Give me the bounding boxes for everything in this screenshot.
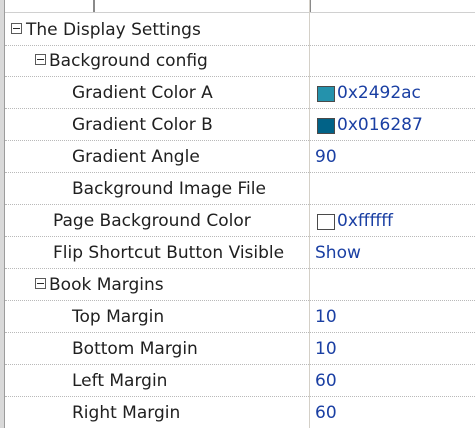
property-label: Left Margin bbox=[72, 371, 168, 391]
color-swatch-icon bbox=[317, 86, 335, 102]
collapse-minus-icon[interactable] bbox=[11, 23, 22, 34]
property-row-right-margin[interactable]: Right Margin 60 bbox=[5, 398, 475, 428]
grid-header-strip bbox=[0, 0, 475, 13]
property-label: Gradient Angle bbox=[72, 147, 200, 167]
property-row-page-background-color[interactable]: Page Background Color 0xffffff bbox=[5, 206, 475, 237]
group-background-config[interactable]: Background config bbox=[5, 46, 475, 77]
property-label: Background config bbox=[49, 51, 208, 71]
property-row-bottom-margin[interactable]: Bottom Margin 10 bbox=[5, 334, 475, 365]
property-row-left-margin[interactable]: Left Margin 60 bbox=[5, 366, 475, 397]
property-value[interactable]: Show bbox=[315, 238, 361, 269]
property-label: Background Image File bbox=[72, 179, 266, 199]
property-row-top-margin[interactable]: Top Margin 10 bbox=[5, 302, 475, 333]
property-label: The Display Settings bbox=[26, 20, 201, 40]
property-row-gradient-color-a[interactable]: Gradient Color A 0x2492ac bbox=[5, 78, 475, 109]
property-label: Right Margin bbox=[72, 403, 181, 423]
property-value[interactable]: 90 bbox=[315, 142, 337, 173]
property-label: Flip Shortcut Button Visible bbox=[53, 243, 285, 263]
color-hex-value: 0xffffff bbox=[337, 211, 394, 231]
collapse-minus-icon[interactable] bbox=[35, 54, 46, 65]
property-label: Page Background Color bbox=[53, 211, 251, 231]
header-divider bbox=[93, 0, 95, 12]
property-label: Gradient Color B bbox=[72, 115, 213, 135]
color-swatch-icon bbox=[317, 118, 335, 134]
color-swatch-icon bbox=[317, 214, 335, 230]
property-label: Gradient Color A bbox=[72, 83, 213, 103]
color-hex-value: 0x016287 bbox=[337, 115, 423, 135]
group-display-settings[interactable]: The Display Settings bbox=[5, 15, 475, 46]
property-value[interactable]: 10 bbox=[315, 334, 337, 365]
collapse-minus-icon[interactable] bbox=[35, 278, 46, 289]
property-value[interactable]: 10 bbox=[315, 302, 337, 333]
property-label: Top Margin bbox=[72, 307, 165, 327]
property-row-background-image-file[interactable]: Background Image File bbox=[5, 174, 475, 205]
property-label: Book Margins bbox=[49, 275, 164, 295]
color-hex-value: 0x2492ac bbox=[337, 83, 421, 103]
property-value[interactable]: 60 bbox=[315, 398, 337, 428]
property-label: Bottom Margin bbox=[72, 339, 198, 359]
property-grid: The Display Settings Background config G… bbox=[0, 0, 475, 428]
group-book-margins[interactable]: Book Margins bbox=[5, 270, 475, 301]
property-row-gradient-color-b[interactable]: Gradient Color B 0x016287 bbox=[5, 110, 475, 141]
property-row-flip-shortcut-button-visible[interactable]: Flip Shortcut Button Visible Show bbox=[5, 238, 475, 269]
property-row-gradient-angle[interactable]: Gradient Angle 90 bbox=[5, 142, 475, 173]
property-value[interactable]: 60 bbox=[315, 366, 337, 397]
